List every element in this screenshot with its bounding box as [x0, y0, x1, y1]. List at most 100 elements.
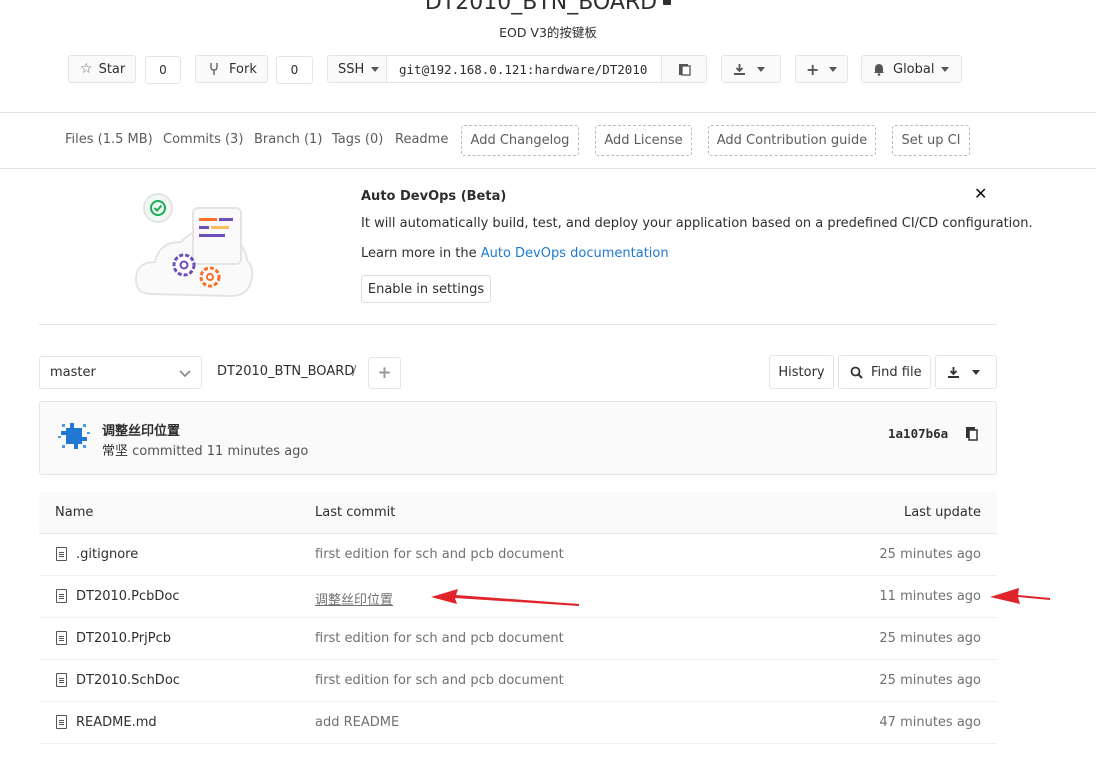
nav-branch[interactable]: Branch (1) [254, 132, 322, 147]
devops-docs-link[interactable]: Auto DevOps documentation [481, 246, 669, 261]
search-icon [850, 366, 863, 379]
table-row[interactable]: README.md add README 47 minutes ago [39, 702, 997, 744]
star-count[interactable]: 0 [145, 56, 181, 84]
col-last-commit: Last commit [315, 505, 396, 520]
star-label: Star [98, 61, 126, 77]
lock-icon [663, 0, 672, 5]
file-commit[interactable]: 调整丝印位置 [315, 589, 393, 608]
file-updated: 11 minutes ago [879, 589, 981, 604]
commit-meta: 常坚 committed 11 minutes ago [102, 440, 308, 459]
chevron-down-icon [757, 66, 765, 72]
file-updated: 25 minutes ago [879, 631, 981, 646]
breadcrumb-separator: / [352, 364, 357, 379]
devops-illustration [134, 193, 254, 298]
download-source-dropdown[interactable] [935, 355, 997, 389]
project-description: EOD V3的按键板 [499, 25, 597, 40]
divider [0, 112, 1096, 113]
col-name: Name [55, 505, 94, 520]
commit-sha[interactable]: 1a107b6a [888, 426, 948, 441]
star-icon: ☆ [80, 61, 93, 77]
commit-time: committed 11 minutes ago [128, 444, 309, 459]
learn-more-prefix: Learn more in the [361, 246, 481, 261]
file-commit[interactable]: add README [315, 715, 399, 730]
download-icon [948, 366, 959, 378]
file-name[interactable]: DT2010.PrjPcb [76, 631, 171, 646]
find-file-label: Find file [871, 364, 922, 380]
nav-readme[interactable]: Readme [395, 132, 448, 147]
fork-count[interactable]: 0 [276, 56, 313, 84]
divider [0, 168, 1096, 169]
add-to-tree-button[interactable]: + [368, 357, 401, 389]
file-icon [56, 547, 67, 561]
add-contribution-button[interactable]: Add Contribution guide [708, 125, 876, 156]
download-icon [734, 63, 745, 75]
clone-url-input[interactable]: git@192.168.0.121:hardware/DT2010 [386, 55, 662, 83]
commit-message[interactable]: 调整丝印位置 [102, 420, 180, 439]
plus-icon: + [806, 59, 820, 79]
chevron-down-icon [941, 66, 950, 72]
new-item-dropdown[interactable]: + [795, 55, 848, 83]
protocol-label: SSH [338, 61, 365, 77]
copy-url-button[interactable] [661, 55, 707, 83]
chevron-down-icon [371, 66, 380, 72]
file-commit[interactable]: first edition for sch and pcb document [315, 673, 564, 688]
file-icon [56, 715, 67, 729]
nav-tags[interactable]: Tags (0) [332, 132, 383, 147]
chevron-down-icon [972, 369, 980, 375]
notification-dropdown[interactable]: Global [861, 55, 962, 83]
commit-author[interactable]: 常坚 [102, 444, 128, 459]
chevron-down-icon [179, 370, 191, 378]
file-name[interactable]: DT2010.SchDoc [76, 673, 180, 688]
table-row[interactable]: DT2010.PcbDoc 调整丝印位置 11 minutes ago [39, 576, 997, 618]
find-file-button[interactable]: Find file [838, 355, 931, 389]
file-name[interactable]: DT2010.PcbDoc [76, 589, 180, 604]
table-row[interactable]: .gitignore first edition for sch and pcb… [39, 534, 997, 576]
fork-button[interactable]: Fork [195, 55, 268, 83]
star-button[interactable]: ☆ Star [68, 55, 136, 83]
setup-ci-button[interactable]: Set up CI [892, 125, 970, 156]
project-name: DT2010_BTN_BOARD [424, 0, 658, 15]
plus-icon: + [377, 363, 392, 383]
file-updated: 25 minutes ago [879, 673, 981, 688]
project-title: DT2010_BTN_BOARD [0, 0, 1096, 15]
close-icon[interactable]: ✕ [974, 184, 987, 203]
fork-icon [210, 63, 218, 75]
nav-commits[interactable]: Commits (3) [163, 132, 243, 147]
bell-icon [874, 63, 884, 76]
file-icon [56, 673, 67, 687]
table-row[interactable]: DT2010.PrjPcb first edition for sch and … [39, 618, 997, 660]
file-table-header: Name Last commit Last update [39, 492, 997, 534]
history-button[interactable]: History [769, 355, 834, 389]
notification-label: Global [893, 61, 935, 77]
annotation-arrow [990, 588, 1050, 604]
clone-url-text: git@192.168.0.121:hardware/DT2010 [399, 61, 648, 77]
devops-learn-more: Learn more in the Auto DevOps documentat… [361, 246, 669, 261]
add-license-button[interactable]: Add License [595, 125, 692, 156]
divider [39, 324, 997, 325]
devops-description: It will automatically build, test, and d… [361, 216, 1033, 231]
branch-name: master [50, 365, 96, 380]
col-last-update: Last update [903, 505, 981, 520]
enable-in-settings-button[interactable]: Enable in settings [361, 275, 491, 303]
file-icon [56, 589, 67, 603]
file-commit[interactable]: first edition for sch and pcb document [315, 547, 564, 562]
chevron-down-icon [829, 66, 838, 72]
file-icon [56, 631, 67, 645]
avatar[interactable] [57, 419, 91, 453]
nav-files[interactable]: Files (1.5 MB) [65, 132, 153, 147]
file-updated: 25 minutes ago [879, 547, 981, 562]
file-updated: 47 minutes ago [879, 715, 981, 730]
file-name[interactable]: .gitignore [76, 547, 138, 562]
protocol-dropdown[interactable]: SSH [327, 55, 387, 83]
copy-sha-icon[interactable] [965, 426, 979, 441]
download-dropdown[interactable] [721, 55, 781, 83]
clipboard-icon [678, 64, 691, 76]
add-changelog-button[interactable]: Add Changelog [461, 125, 579, 156]
fork-label: Fork [229, 61, 257, 77]
file-commit[interactable]: first edition for sch and pcb document [315, 631, 564, 646]
branch-select[interactable]: master [39, 356, 202, 389]
last-commit-panel: 调整丝印位置 常坚 committed 11 minutes ago 1a107… [39, 401, 997, 475]
file-name[interactable]: README.md [76, 715, 157, 730]
breadcrumb-project[interactable]: DT2010_BTN_BOARD [217, 364, 354, 379]
table-row[interactable]: DT2010.SchDoc first edition for sch and … [39, 660, 997, 702]
